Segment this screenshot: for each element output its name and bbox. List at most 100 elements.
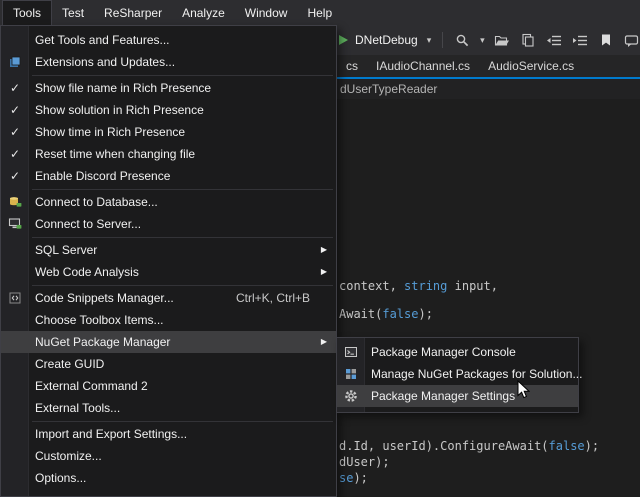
menu-item-reset-time-when-changing-file[interactable]: ✓ Reset time when changing file (1, 143, 336, 165)
menu-item-label: Customize... (29, 449, 336, 463)
menu-item-code-snippets-manager[interactable]: Code Snippets Manager... Ctrl+K, Ctrl+B (1, 287, 336, 309)
menu-item-package-manager-console[interactable]: Package Manager Console (337, 341, 578, 363)
debug-target-label[interactable]: DNetDebug (355, 33, 418, 47)
code-line: context, string input, (339, 278, 498, 294)
start-debug-icon[interactable] (339, 35, 348, 45)
menu-item-connect-to-server[interactable]: Connect to Server... (1, 213, 336, 235)
menu-item-label: Show solution in Rich Presence (29, 103, 336, 117)
check-icon: ✓ (1, 82, 29, 94)
menu-item-label: Extensions and Updates... (29, 55, 336, 69)
menu-item-label: External Tools... (29, 401, 336, 415)
chevron-down-icon[interactable]: ▾ (480, 36, 485, 45)
tab-label: IAudioChannel.cs (376, 59, 470, 73)
submenu-arrow-icon: ▶ (321, 268, 327, 276)
menubar-item-resharper[interactable]: ReSharper (94, 0, 172, 25)
code-text: context, (339, 279, 404, 293)
menu-item-label: Create GUID (29, 357, 336, 371)
code-text: ); (585, 439, 599, 453)
code-text: dUser); (339, 455, 390, 469)
menu-item-manage-nuget-packages-for-solution[interactable]: Manage NuGet Packages for Solution... (337, 363, 578, 385)
chevron-down-icon[interactable]: ▾ (427, 36, 432, 45)
menu-item-choose-toolbox-items[interactable]: Choose Toolbox Items... (1, 309, 336, 331)
mouse-cursor (517, 380, 530, 399)
code-line: se); (339, 470, 368, 486)
menu-item-label: Reset time when changing file (29, 147, 336, 161)
menu-item-label: Import and Export Settings... (29, 427, 336, 441)
menu-item-label: Connect to Server... (29, 217, 336, 231)
submenu-arrow-icon: ▶ (321, 338, 327, 346)
menu-item-label: Package Manager Console (365, 345, 578, 359)
menu-item-label: Code Snippets Manager... (29, 291, 236, 305)
nuget-submenu: Package Manager Console Manage NuGet Pac… (336, 337, 579, 413)
menubar-item-analyze[interactable]: Analyze (172, 0, 235, 25)
menu-item-show-solution-in-rich-presence[interactable]: ✓ Show solution in Rich Presence (1, 99, 336, 121)
code-line: d.Id, userId).ConfigureAwait(false); (339, 438, 599, 454)
menu-item-package-manager-settings[interactable]: Package Manager Settings (337, 385, 578, 407)
code-text: d.Id, userId).ConfigureAwait( (339, 439, 549, 453)
indent-icon[interactable] (571, 31, 588, 49)
code-text: ); (418, 307, 432, 321)
find-icon[interactable] (454, 31, 471, 49)
menubar-item-help[interactable]: Help (297, 0, 342, 25)
navbar-member-dropdown[interactable]: dUserTypeReader (340, 79, 437, 99)
menu-item-label: Show time in Rich Presence (29, 125, 336, 139)
tools-menu: Get Tools and Features... Extensions and… (0, 25, 337, 497)
check-icon: ✓ (1, 126, 29, 138)
menu-item-import-and-export-settings[interactable]: Import and Export Settings... (1, 423, 336, 445)
menu-bar: Tools Test ReSharper Analyze Window Help (0, 0, 640, 25)
gear-icon (337, 389, 365, 403)
copy-documents-icon[interactable] (520, 31, 537, 49)
code-keyword: false (382, 307, 418, 321)
check-icon: ✓ (1, 148, 29, 160)
code-keyword: se (339, 471, 353, 485)
menu-item-label: External Command 2 (29, 379, 336, 393)
server-icon (1, 217, 29, 231)
menubar-item-window[interactable]: Window (235, 0, 298, 25)
menu-item-external-tools[interactable]: External Tools... (1, 397, 336, 419)
menu-item-options[interactable]: Options... (1, 467, 336, 489)
menu-shortcut: Ctrl+K, Ctrl+B (236, 291, 336, 305)
console-icon (337, 345, 365, 359)
open-folder-icon[interactable] (494, 31, 511, 49)
menu-item-connect-to-database[interactable]: Connect to Database... (1, 191, 336, 213)
code-line: dUser); (339, 454, 390, 470)
menu-item-nuget-package-manager[interactable]: NuGet Package Manager ▶ (1, 331, 336, 353)
menu-item-customize[interactable]: Customize... (1, 445, 336, 467)
menu-item-get-tools-and-features[interactable]: Get Tools and Features... (1, 29, 336, 51)
extensions-icon (1, 55, 29, 69)
menu-item-external-command-2[interactable]: External Command 2 (1, 375, 336, 397)
toolbar-separator (442, 32, 443, 48)
tab-audioservice[interactable]: AudioService.cs (479, 55, 583, 77)
menu-item-label: Options... (29, 471, 336, 485)
code-text: Await( (339, 307, 382, 321)
outdent-icon[interactable] (545, 31, 562, 49)
menu-item-show-file-name-in-rich-presence[interactable]: ✓ Show file name in Rich Presence (1, 77, 336, 99)
vs-window: { "colors": { "accent": "#007acc", "menu… (0, 0, 640, 497)
check-icon: ✓ (1, 104, 29, 116)
menu-item-label: Enable Discord Presence (29, 169, 336, 183)
menu-item-web-code-analysis[interactable]: Web Code Analysis ▶ (1, 261, 336, 283)
menu-item-create-guid[interactable]: Create GUID (1, 353, 336, 375)
tab-document-partial[interactable]: cs (337, 55, 367, 77)
menubar-item-tools[interactable]: Tools (2, 0, 52, 25)
menu-item-sql-server[interactable]: SQL Server ▶ (1, 239, 336, 261)
code-keyword: false (549, 439, 585, 453)
menu-item-enable-discord-presence[interactable]: ✓ Enable Discord Presence (1, 165, 336, 187)
bookmark-icon[interactable] (597, 31, 614, 49)
tab-iaudiochannel[interactable]: IAudioChannel.cs (367, 55, 479, 77)
check-icon: ✓ (1, 170, 29, 182)
packages-icon (337, 367, 365, 381)
submenu-arrow-icon: ▶ (321, 246, 327, 254)
tab-label: AudioService.cs (488, 59, 574, 73)
menubar-item-test[interactable]: Test (52, 0, 94, 25)
menu-item-label: Manage NuGet Packages for Solution... (365, 367, 582, 381)
menu-item-show-time-in-rich-presence[interactable]: ✓ Show time in Rich Presence (1, 121, 336, 143)
menu-item-extensions-and-updates[interactable]: Extensions and Updates... (1, 51, 336, 73)
comment-icon[interactable] (623, 31, 640, 49)
code-text: input, (447, 279, 498, 293)
menu-item-label: Get Tools and Features... (29, 33, 336, 47)
menu-item-label: NuGet Package Manager (29, 335, 336, 349)
menu-item-label: Choose Toolbox Items... (29, 313, 336, 327)
tab-label: cs (346, 59, 358, 73)
menu-item-label: Show file name in Rich Presence (29, 81, 336, 95)
